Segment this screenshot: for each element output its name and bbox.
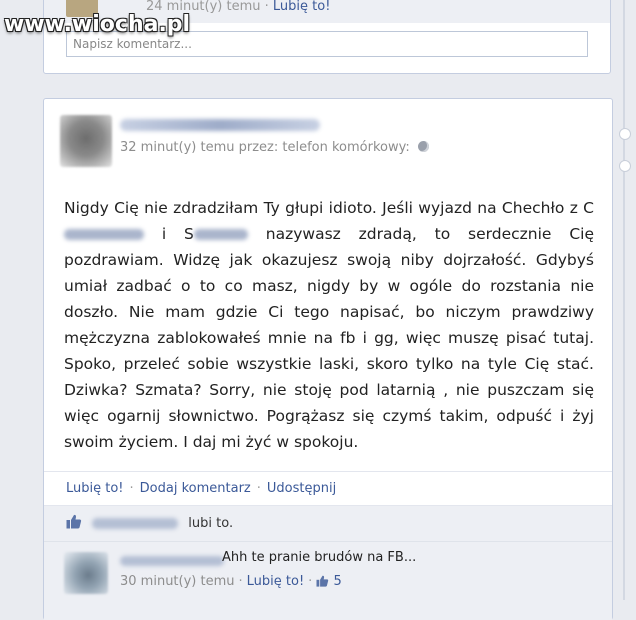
redacted-name: [193, 229, 248, 240]
comment-text: Ahh te pranie brudów na FB...: [222, 550, 417, 565]
thumbs-up-icon[interactable]: [316, 575, 329, 587]
timeline-dot: [619, 128, 631, 140]
globe-icon[interactable]: [417, 141, 429, 152]
redacted-name: [64, 229, 144, 240]
likes-text: lubi to.: [188, 516, 234, 531]
comment-meta: 30 minut(y) temu · Lubię to! · 5: [120, 574, 342, 589]
commenter-avatar[interactable]: [64, 552, 108, 594]
liker-name-redacted[interactable]: [92, 518, 179, 529]
author-avatar[interactable]: [60, 115, 112, 167]
timeline-dot: [619, 160, 631, 172]
post-meta: 32 minut(y) temu przez: telefon komórkow…: [120, 140, 429, 155]
post-text-part: i S: [144, 225, 194, 243]
post-body: Nigdy Cię nie zdradziłam Ty głupi idioto…: [64, 195, 594, 455]
author-name-redacted[interactable]: [120, 119, 320, 131]
thumbs-up-icon: [66, 514, 82, 529]
comment-button[interactable]: Dodaj komentarz: [140, 481, 251, 496]
like-button[interactable]: Lubię to!: [66, 481, 124, 496]
post-text-part: Nigdy Cię nie zdradziłam Ty głupi idioto…: [64, 199, 594, 217]
comment-like-link[interactable]: Lubię to!: [247, 574, 305, 589]
share-button[interactable]: Udostępnij: [267, 481, 336, 496]
watermark: www.wiocha.pl: [4, 12, 191, 37]
comment-like-count[interactable]: 5: [333, 574, 341, 589]
comment-timestamp[interactable]: 30 minut(y) temu: [120, 574, 235, 589]
post-card: 32 minut(y) temu przez: telefon komórkow…: [43, 98, 613, 620]
commenter-name-redacted[interactable]: [120, 556, 224, 566]
like-link[interactable]: Lubię to!: [273, 0, 331, 14]
likes-row: lubi to.: [44, 505, 612, 541]
post-timestamp[interactable]: 32 minut(y) temu przez: telefon komórkow…: [120, 140, 410, 155]
post-actions: Lubię to! · Dodaj komentarz · Udostępnij: [44, 471, 612, 505]
timeline-line: [623, 0, 625, 600]
comment-row: Ahh te pranie brudów na FB... 30 minut(y…: [44, 541, 612, 620]
post-text-part: nazywasz zdradą, to serdecznie Cię pozdr…: [64, 225, 594, 451]
